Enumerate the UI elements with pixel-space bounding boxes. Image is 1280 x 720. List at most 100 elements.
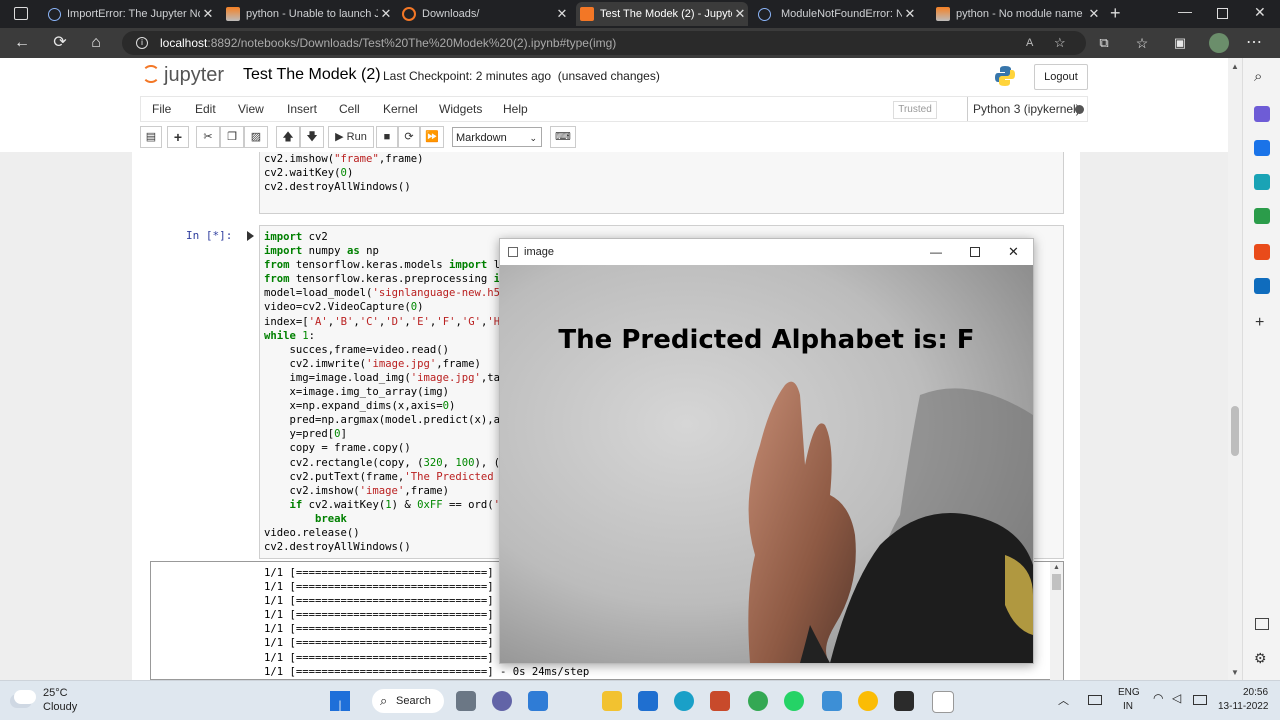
games-icon[interactable] xyxy=(1254,208,1270,224)
close-icon[interactable]: ✕ xyxy=(554,6,570,22)
browser-tab-4[interactable]: Test The Modek (2) - Jupyte ✕ xyxy=(576,2,748,26)
sidebar-layout-icon[interactable] xyxy=(1255,618,1269,630)
menu-insert[interactable]: Insert xyxy=(287,102,317,116)
weather-condition[interactable]: Cloudy xyxy=(43,701,77,713)
new-tab-icon[interactable]: + xyxy=(1110,3,1121,24)
clock-time[interactable]: 20:56 xyxy=(1243,687,1268,698)
close-icon[interactable]: ✕ xyxy=(1008,239,1019,265)
taskbar-search-button[interactable]: ⌕ Search xyxy=(372,689,444,713)
minimize-icon[interactable]: — xyxy=(930,239,942,265)
scroll-up-icon[interactable]: ▲ xyxy=(1053,564,1060,571)
wifi-icon[interactable]: ◠ xyxy=(1153,691,1163,705)
close-window-icon[interactable]: ✕ xyxy=(1254,4,1266,21)
browser-tab-6[interactable]: python - No module name ✕ xyxy=(936,2,1102,26)
save-icon[interactable]: ▤ xyxy=(140,126,162,148)
whatsapp-icon[interactable] xyxy=(784,691,804,711)
run-cell-icon[interactable] xyxy=(247,231,254,241)
run-button[interactable]: ▶ Run xyxy=(328,126,374,148)
cell-type-select[interactable]: Markdown ⌄ xyxy=(452,127,542,147)
menu-help[interactable]: Help xyxy=(503,102,528,116)
trusted-indicator[interactable]: Trusted xyxy=(893,101,937,119)
favorite-add-icon[interactable]: ☆ xyxy=(1054,31,1066,55)
jupyter-logo[interactable]: jupyter xyxy=(142,64,224,87)
menu-file[interactable]: File xyxy=(152,102,171,116)
powerpoint-icon[interactable] xyxy=(710,691,730,711)
file-explorer-icon[interactable] xyxy=(602,691,622,711)
browser-tab-1[interactable]: ImportError: The Jupyter No ✕ xyxy=(48,2,216,26)
restore-icon[interactable] xyxy=(1217,8,1228,19)
collections-icon[interactable]: ▣ xyxy=(1170,33,1190,53)
address-input[interactable]: i localhost:8892/notebooks/Downloads/Tes… xyxy=(122,31,1086,55)
weather-cloudy-icon[interactable] xyxy=(14,690,36,704)
refresh-icon[interactable]: ⟳ xyxy=(50,33,70,53)
output-scrollbar[interactable]: ▲ xyxy=(1050,562,1063,680)
add-icon[interactable]: + xyxy=(1255,314,1264,332)
chrome-icon[interactable] xyxy=(748,691,768,711)
opencv-image-window[interactable]: image — ✕ The Predicted Alphabet is: F xyxy=(499,238,1034,664)
close-icon[interactable]: ✕ xyxy=(1086,6,1102,22)
scroll-down-icon[interactable]: ▼ xyxy=(1231,668,1239,677)
insert-cell-icon[interactable]: + xyxy=(167,126,189,148)
maximize-icon[interactable] xyxy=(970,247,980,257)
menu-edit[interactable]: Edit xyxy=(195,102,216,116)
move-up-icon[interactable]: 🡅 xyxy=(276,126,300,148)
browser-tab-2[interactable]: python - Unable to launch J ✕ xyxy=(226,2,394,26)
terminal-icon[interactable] xyxy=(894,691,914,711)
extensions-icon[interactable]: ⧉ xyxy=(1094,33,1114,53)
kernel-name[interactable]: Python 3 (ipykernel) xyxy=(967,97,1080,121)
settings-icon[interactable]: ⚙ xyxy=(1254,650,1267,667)
code-cell-previous[interactable]: cv2.imshow("frame",frame) cv2.waitKey(0)… xyxy=(259,152,1064,214)
menu-kernel[interactable]: Kernel xyxy=(383,102,418,116)
shopping-icon[interactable] xyxy=(1254,140,1270,156)
scroll-thumb[interactable] xyxy=(1231,406,1239,456)
code-input[interactable]: cv2.imshow("frame",frame) cv2.waitKey(0)… xyxy=(264,152,423,194)
menu-cell[interactable]: Cell xyxy=(339,102,360,116)
document-icon[interactable] xyxy=(932,691,954,713)
paste-icon[interactable]: ▨ xyxy=(244,126,268,148)
home-icon[interactable]: ⌂ xyxy=(86,33,106,53)
keyboard-icon[interactable] xyxy=(1088,695,1102,705)
close-icon[interactable]: ✕ xyxy=(902,6,918,22)
tab-actions-icon[interactable] xyxy=(14,7,28,20)
tools-icon[interactable] xyxy=(1254,174,1270,190)
close-icon[interactable]: ✕ xyxy=(200,6,216,22)
office-icon[interactable] xyxy=(1254,244,1270,260)
more-menu-icon[interactable]: ⋯ xyxy=(1244,33,1264,53)
site-info-icon[interactable]: i xyxy=(136,37,148,49)
chevron-up-icon[interactable]: ︿ xyxy=(1058,692,1069,708)
language-code[interactable]: ENG xyxy=(1118,687,1140,698)
chrome-profile-icon[interactable] xyxy=(858,691,878,711)
weather-temp[interactable]: 25°C xyxy=(43,687,68,699)
browser-tab-3[interactable]: Downloads/ ✕ xyxy=(402,2,570,26)
store-icon[interactable] xyxy=(528,691,548,711)
edge-icon[interactable] xyxy=(674,691,694,711)
restart-run-all-icon[interactable]: ⏩ xyxy=(420,126,444,148)
battery-icon[interactable] xyxy=(1193,695,1207,705)
menu-widgets[interactable]: Widgets xyxy=(439,102,482,116)
interrupt-icon[interactable]: ■ xyxy=(376,126,398,148)
notebook-title[interactable]: Test The Modek (2) xyxy=(243,66,381,84)
scroll-up-icon[interactable]: ▲ xyxy=(1231,62,1239,71)
opencv-window-titlebar[interactable]: image — ✕ xyxy=(500,239,1033,265)
notepad-icon[interactable] xyxy=(822,691,842,711)
mail-icon[interactable] xyxy=(638,691,658,711)
back-icon[interactable]: ← xyxy=(12,33,32,53)
search-icon[interactable]: ⌕ xyxy=(1254,68,1262,85)
page-scrollbar[interactable]: ▲ ▼ xyxy=(1228,58,1242,680)
browser-tab-5[interactable]: ModuleNotFoundError: No ✕ xyxy=(758,2,918,26)
outlook-icon[interactable] xyxy=(1254,278,1270,294)
move-down-icon[interactable]: 🡇 xyxy=(300,126,324,148)
favorites-icon[interactable]: ☆ xyxy=(1132,33,1152,53)
command-palette-icon[interactable]: ⌨ xyxy=(550,126,576,148)
close-icon[interactable]: ✕ xyxy=(378,6,394,22)
restart-icon[interactable]: ⟳ xyxy=(398,126,420,148)
cut-icon[interactable]: ✂ xyxy=(196,126,220,148)
clock-date[interactable]: 13-11-2022 xyxy=(1218,701,1268,712)
discover-icon[interactable] xyxy=(1254,106,1270,122)
minimize-icon[interactable]: — xyxy=(1178,3,1192,19)
task-view-icon[interactable] xyxy=(456,691,476,711)
read-aloud-icon[interactable]: A xyxy=(1026,31,1033,55)
teams-chat-icon[interactable] xyxy=(492,691,512,711)
scroll-thumb[interactable] xyxy=(1052,574,1061,590)
close-icon[interactable]: ✕ xyxy=(732,6,748,22)
